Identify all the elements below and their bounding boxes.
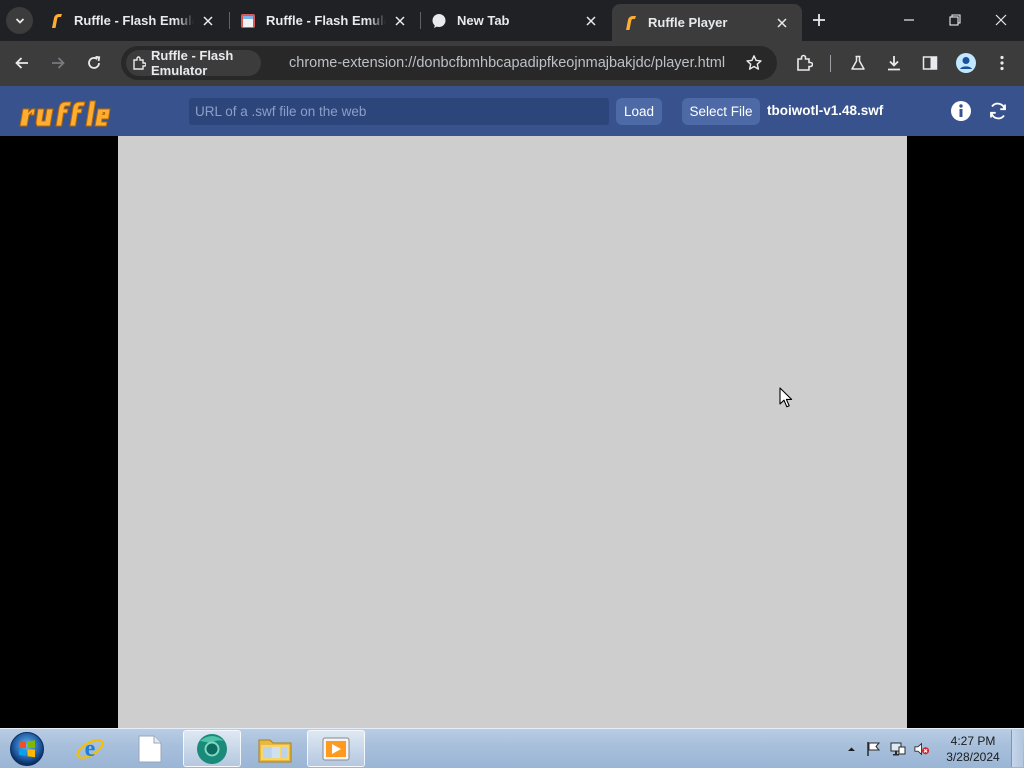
star-icon[interactable] xyxy=(745,54,763,72)
windows-start-button[interactable] xyxy=(8,731,46,767)
taskbar-chrome[interactable] xyxy=(183,730,241,767)
taskbar-internet-explorer[interactable]: e xyxy=(61,730,119,767)
ruffle-favicon xyxy=(622,15,638,31)
mouse-cursor-icon xyxy=(779,387,793,408)
chevron-down-icon xyxy=(15,17,24,24)
avatar-icon xyxy=(956,53,976,73)
clock-date: 3/28/2024 xyxy=(946,750,1000,764)
media-player-icon xyxy=(322,737,350,760)
info-button[interactable] xyxy=(950,100,972,122)
ruffle-site-favicon xyxy=(240,13,256,29)
restore-icon xyxy=(949,14,961,26)
player-area xyxy=(0,136,1024,728)
site-info-chip[interactable]: Ruffle - Flash Emulator xyxy=(126,48,261,78)
network-tray[interactable] xyxy=(890,741,906,757)
taskbar-clock[interactable]: 4:27 PM 3/28/2024 xyxy=(938,733,1008,765)
back-button[interactable] xyxy=(11,52,33,74)
reload-icon xyxy=(88,55,101,69)
close-icon xyxy=(995,14,1007,26)
reload-swf-button[interactable] xyxy=(987,100,1009,122)
blank-document-icon xyxy=(138,735,162,762)
refresh-icon xyxy=(990,102,1006,120)
file-explorer-icon xyxy=(258,739,292,762)
arrow-right-icon xyxy=(52,57,65,69)
extension-icon xyxy=(132,56,146,70)
browser-toolbar: Ruffle - Flash Emulator chrome-extension… xyxy=(0,41,1024,86)
chrome-app-icon xyxy=(197,733,227,764)
side-panel-icon xyxy=(922,56,938,70)
ruffle-favicon xyxy=(48,13,64,29)
plus-icon xyxy=(813,14,825,26)
swf-url-input[interactable] xyxy=(189,98,609,125)
restore-button[interactable] xyxy=(946,11,964,29)
selected-file-name: tboiwotl-v1.48.swf xyxy=(767,103,884,118)
puzzle-icon xyxy=(797,54,813,71)
profile-button[interactable] xyxy=(955,52,977,74)
tab-title: Ruffle Player xyxy=(648,15,728,30)
labs-button[interactable] xyxy=(847,52,869,74)
minimize-button[interactable] xyxy=(900,11,918,29)
download-icon xyxy=(888,56,900,71)
reload-button[interactable] xyxy=(83,52,105,74)
flask-icon xyxy=(851,55,865,70)
info-icon xyxy=(951,101,971,121)
tab-ruffle-1[interactable]: Ruffle - Flash Emulator xyxy=(38,6,228,35)
tab-title: Ruffle - Flash Emulator xyxy=(266,13,386,28)
close-tab-icon[interactable] xyxy=(774,15,790,31)
flag-icon xyxy=(867,742,881,756)
side-panel-button[interactable] xyxy=(919,52,941,74)
tab-strip: Ruffle - Flash Emulator Ruffle - Flash E… xyxy=(0,0,1024,41)
chrome-newtab-favicon xyxy=(431,13,447,29)
load-button[interactable]: Load xyxy=(616,98,662,125)
clock-time: 4:27 PM xyxy=(950,734,996,748)
tab-search-button[interactable] xyxy=(6,7,33,34)
volume-tray[interactable] xyxy=(914,741,930,757)
more-vertical-icon xyxy=(1000,55,1004,71)
ruffle-logo xyxy=(19,100,111,127)
chrome-menu-button[interactable] xyxy=(991,52,1013,74)
svg-text:e: e xyxy=(85,736,96,762)
toolbar-divider xyxy=(830,55,831,72)
taskbar-document[interactable] xyxy=(121,730,179,767)
volume-muted-icon xyxy=(914,742,930,756)
tab-ruffle-2[interactable]: Ruffle - Flash Emulator xyxy=(230,6,420,35)
tab-title: New Tab xyxy=(457,13,510,28)
close-window-button[interactable] xyxy=(992,11,1010,29)
address-bar[interactable]: Ruffle - Flash Emulator chrome-extension… xyxy=(121,46,777,80)
select-file-button[interactable]: Select File xyxy=(682,98,760,125)
taskbar-media-player[interactable] xyxy=(307,730,365,767)
network-icon xyxy=(890,742,906,756)
ruffle-navbar: Load Select File tboiwotl-v1.48.swf xyxy=(0,86,1024,136)
extensions-button[interactable] xyxy=(793,52,815,74)
chevron-up-icon xyxy=(847,747,855,751)
internet-explorer-icon: e xyxy=(76,736,104,762)
new-tab-button[interactable] xyxy=(810,11,828,29)
arrow-left-icon xyxy=(15,57,28,69)
taskbar-file-explorer[interactable] xyxy=(246,730,304,767)
show-hidden-icons-button[interactable] xyxy=(843,741,859,757)
flash-stage[interactable] xyxy=(118,136,907,728)
minimize-icon xyxy=(904,19,914,21)
site-chip-label: Ruffle - Flash Emulator xyxy=(151,48,234,78)
tab-ruffle-player[interactable]: Ruffle Player xyxy=(612,4,802,41)
show-desktop-button[interactable] xyxy=(1011,730,1023,767)
downloads-button[interactable] xyxy=(883,52,905,74)
windows-taskbar: e 4:27 PM 3/28/2024 xyxy=(0,728,1024,768)
close-tab-icon[interactable] xyxy=(583,13,599,29)
close-tab-icon[interactable] xyxy=(200,13,216,29)
url-text[interactable]: chrome-extension://donbcfbmhbcapadipfkeo… xyxy=(289,55,725,71)
action-center-tray[interactable] xyxy=(866,741,882,757)
tab-new-tab[interactable]: New Tab xyxy=(421,6,611,35)
forward-button[interactable] xyxy=(47,52,69,74)
tab-title: Ruffle - Flash Emulator xyxy=(74,13,194,28)
close-tab-icon[interactable] xyxy=(392,13,408,29)
